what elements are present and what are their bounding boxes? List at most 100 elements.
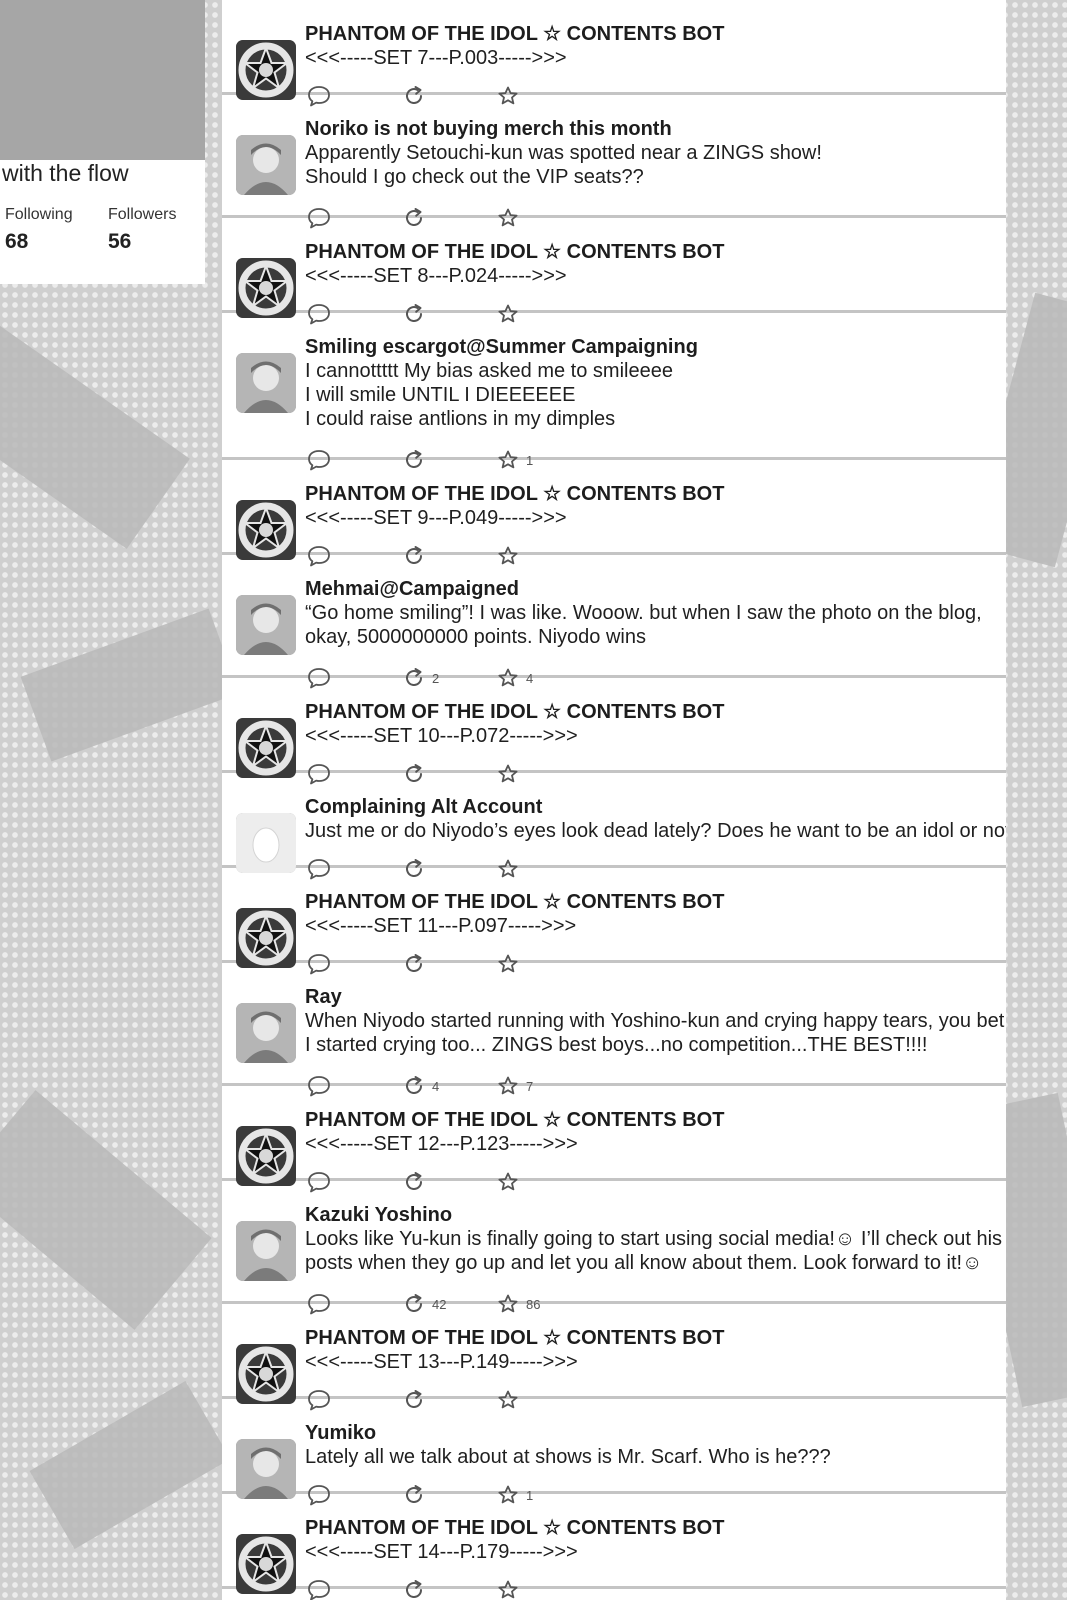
display-name[interactable]: Yumiko (305, 1421, 1006, 1445)
tweet-body: PHANTOM OF THE IDOL ☆ CONTENTS BOT <<<--… (305, 482, 1006, 530)
halftone-shape (0, 321, 190, 549)
followers-stat[interactable]: Followers 56 (108, 206, 176, 254)
tweet-text-line: <<<-----SET 13---P.149----->>> (305, 1351, 578, 1373)
tweet-text: Apparently Setouchi-kun was spotted near… (305, 141, 1006, 189)
tweet[interactable]: PHANTOM OF THE IDOL ☆ CONTENTS BOT <<<--… (222, 460, 1006, 567)
tweet[interactable]: PHANTOM OF THE IDOL ☆ CONTENTS BOT <<<--… (222, 1304, 1006, 1411)
tweet-body: Mehmai@Campaigned “Go home smiling”! I w… (305, 577, 1006, 649)
tweet[interactable]: PHANTOM OF THE IDOL ☆ CONTENTS BOT <<<--… (222, 0, 1006, 107)
tweet-text: <<<-----SET 7---P.003----->>> (305, 46, 1006, 70)
display-name[interactable]: Noriko is not buying merch this month (305, 117, 1006, 141)
tweet-text-line: I could raise antlions in my dimples (305, 408, 616, 430)
tweet-text: When Niyodo started running with Yoshino… (305, 1009, 1006, 1057)
display-name[interactable]: PHANTOM OF THE IDOL ☆ CONTENTS BOT (305, 240, 1006, 264)
tweet[interactable]: PHANTOM OF THE IDOL ☆ CONTENTS BOT <<<--… (222, 1494, 1006, 1600)
tweet-text-line: I cannottttt My bias asked me to smileee… (305, 360, 673, 382)
favorite-button[interactable] (496, 1578, 520, 1600)
speech-bubble-icon (308, 1580, 330, 1600)
bot-avatar[interactable] (236, 1344, 296, 1404)
tweet[interactable]: PHANTOM OF THE IDOL ☆ CONTENTS BOT <<<--… (222, 678, 1006, 785)
tweet-text-line: <<<-----SET 12---P.123----->>> (305, 1133, 578, 1155)
profile-bio: with the flow (2, 160, 129, 186)
display-name[interactable]: PHANTOM OF THE IDOL ☆ CONTENTS BOT (305, 1326, 1006, 1350)
display-name[interactable]: PHANTOM OF THE IDOL ☆ CONTENTS BOT (305, 1108, 1006, 1132)
tweet-body: Yumiko Lately all we talk about at shows… (305, 1421, 1006, 1469)
profile-banner[interactable] (0, 0, 205, 160)
bot-avatar[interactable] (236, 908, 296, 968)
tweet[interactable]: PHANTOM OF THE IDOL ☆ CONTENTS BOT <<<--… (222, 1086, 1006, 1193)
tweet-text: Just me or do Niyodo’s eyes look dead la… (305, 819, 1006, 843)
display-name[interactable]: Kazuki Yoshino (305, 1203, 1006, 1227)
tweet[interactable]: Ray When Niyodo started running with Yos… (222, 963, 1006, 1097)
display-name[interactable]: PHANTOM OF THE IDOL ☆ CONTENTS BOT (305, 700, 1006, 724)
tweet-body: PHANTOM OF THE IDOL ☆ CONTENTS BOT <<<--… (305, 22, 1006, 70)
tweet-text: <<<-----SET 14---P.179----->>> (305, 1540, 1006, 1564)
tweet-text-line: <<<-----SET 8---P.024----->>> (305, 265, 567, 287)
tweet-body: Kazuki Yoshino Looks like Yu-kun is fina… (305, 1203, 1006, 1275)
tweet[interactable]: PHANTOM OF THE IDOL ☆ CONTENTS BOT <<<--… (222, 868, 1006, 975)
user-avatar[interactable] (236, 1439, 296, 1499)
display-name[interactable]: Mehmai@Campaigned (305, 577, 1006, 601)
tweet-text-line: posts when they go up and let you all kn… (305, 1252, 983, 1274)
tweet-body: Noriko is not buying merch this month Ap… (305, 117, 1006, 189)
display-name[interactable]: PHANTOM OF THE IDOL ☆ CONTENTS BOT (305, 890, 1006, 914)
user-avatar[interactable] (236, 135, 296, 195)
tweet[interactable]: Complaining Alt Account Just me or do Ni… (222, 773, 1006, 880)
user-avatar[interactable] (236, 1003, 296, 1063)
tweet-body: PHANTOM OF THE IDOL ☆ CONTENTS BOT <<<--… (305, 1108, 1006, 1156)
star-icon (498, 1580, 518, 1599)
tweet-text-line: <<<-----SET 10---P.072----->>> (305, 725, 578, 747)
tweet-text: <<<-----SET 12---P.123----->>> (305, 1132, 1006, 1156)
tweet-text-line: <<<-----SET 11---P.097----->>> (305, 915, 577, 937)
display-name[interactable]: Complaining Alt Account (305, 795, 1006, 819)
following-stat[interactable]: Following 68 (5, 206, 73, 254)
bot-avatar[interactable] (236, 40, 296, 100)
display-name[interactable]: PHANTOM OF THE IDOL ☆ CONTENTS BOT (305, 22, 1006, 46)
tweet-body: PHANTOM OF THE IDOL ☆ CONTENTS BOT <<<--… (305, 1516, 1006, 1564)
tweet[interactable]: Yumiko Lately all we talk about at shows… (222, 1399, 1006, 1506)
display-name[interactable]: Ray (305, 985, 1006, 1009)
reply-button[interactable] (306, 1578, 332, 1600)
bot-avatar[interactable] (236, 718, 296, 778)
tweet-text: <<<-----SET 10---P.072----->>> (305, 724, 1006, 748)
tweet-text-line: I started crying too... ZINGS best boys.… (305, 1034, 928, 1056)
tweet[interactable]: Kazuki Yoshino Looks like Yu-kun is fina… (222, 1181, 1006, 1315)
default-avatar[interactable] (236, 813, 296, 873)
tweet[interactable]: Noriko is not buying merch this month Ap… (222, 95, 1006, 229)
followers-label: Followers (108, 206, 177, 223)
followers-count: 56 (108, 230, 132, 253)
tweet-text-line: Lately all we talk about at shows is Mr.… (305, 1446, 831, 1468)
tweet-body: PHANTOM OF THE IDOL ☆ CONTENTS BOT <<<--… (305, 240, 1006, 288)
tweet-text: I cannottttt My bias asked me to smileee… (305, 359, 1006, 431)
user-avatar[interactable] (236, 353, 296, 413)
bot-avatar[interactable] (236, 1534, 296, 1594)
display-name[interactable]: PHANTOM OF THE IDOL ☆ CONTENTS BOT (305, 482, 1006, 506)
following-label: Following (5, 206, 73, 223)
tweet-text-line: Apparently Setouchi-kun was spotted near… (305, 142, 822, 164)
bot-avatar[interactable] (236, 1126, 296, 1186)
tweet-body: PHANTOM OF THE IDOL ☆ CONTENTS BOT <<<--… (305, 1326, 1006, 1374)
tweet-text: Looks like Yu-kun is finally going to st… (305, 1227, 1006, 1275)
halftone-shape (29, 1381, 231, 1549)
tweet-text-line: Should I go check out the VIP seats?? (305, 166, 644, 188)
tweet[interactable]: PHANTOM OF THE IDOL ☆ CONTENTS BOT <<<--… (222, 218, 1006, 325)
tweet-text: Lately all we talk about at shows is Mr.… (305, 1445, 1006, 1469)
user-avatar[interactable] (236, 1221, 296, 1281)
retweet-button[interactable] (402, 1578, 426, 1600)
tweet-text-line: <<<-----SET 7---P.003----->>> (305, 47, 567, 69)
retweet-icon (406, 1580, 422, 1598)
bot-avatar[interactable] (236, 500, 296, 560)
tweet[interactable]: Smiling escargot@Summer Campaigning I ca… (222, 313, 1006, 471)
display-name[interactable]: Smiling escargot@Summer Campaigning (305, 335, 1006, 359)
tweet-text-line: When Niyodo started running with Yoshino… (305, 1010, 1005, 1032)
tweet[interactable]: Mehmai@Campaigned “Go home smiling”! I w… (222, 555, 1006, 689)
display-name[interactable]: PHANTOM OF THE IDOL ☆ CONTENTS BOT (305, 1516, 1006, 1540)
tweet-text-line: Just me or do Niyodo’s eyes look dead la… (305, 820, 1006, 842)
tweet-text-line: I will smile UNTIL I DIEEEEEE (305, 384, 576, 406)
tweet-text: “Go home smiling”! I was like. Wooow. bu… (305, 601, 1006, 649)
tweet-text-line: Looks like Yu-kun is finally going to st… (305, 1228, 1003, 1250)
tweet-text-line: <<<-----SET 14---P.179----->>> (305, 1541, 578, 1563)
bot-avatar[interactable] (236, 258, 296, 318)
tweet-text: <<<-----SET 9---P.049----->>> (305, 506, 1006, 530)
user-avatar[interactable] (236, 595, 296, 655)
